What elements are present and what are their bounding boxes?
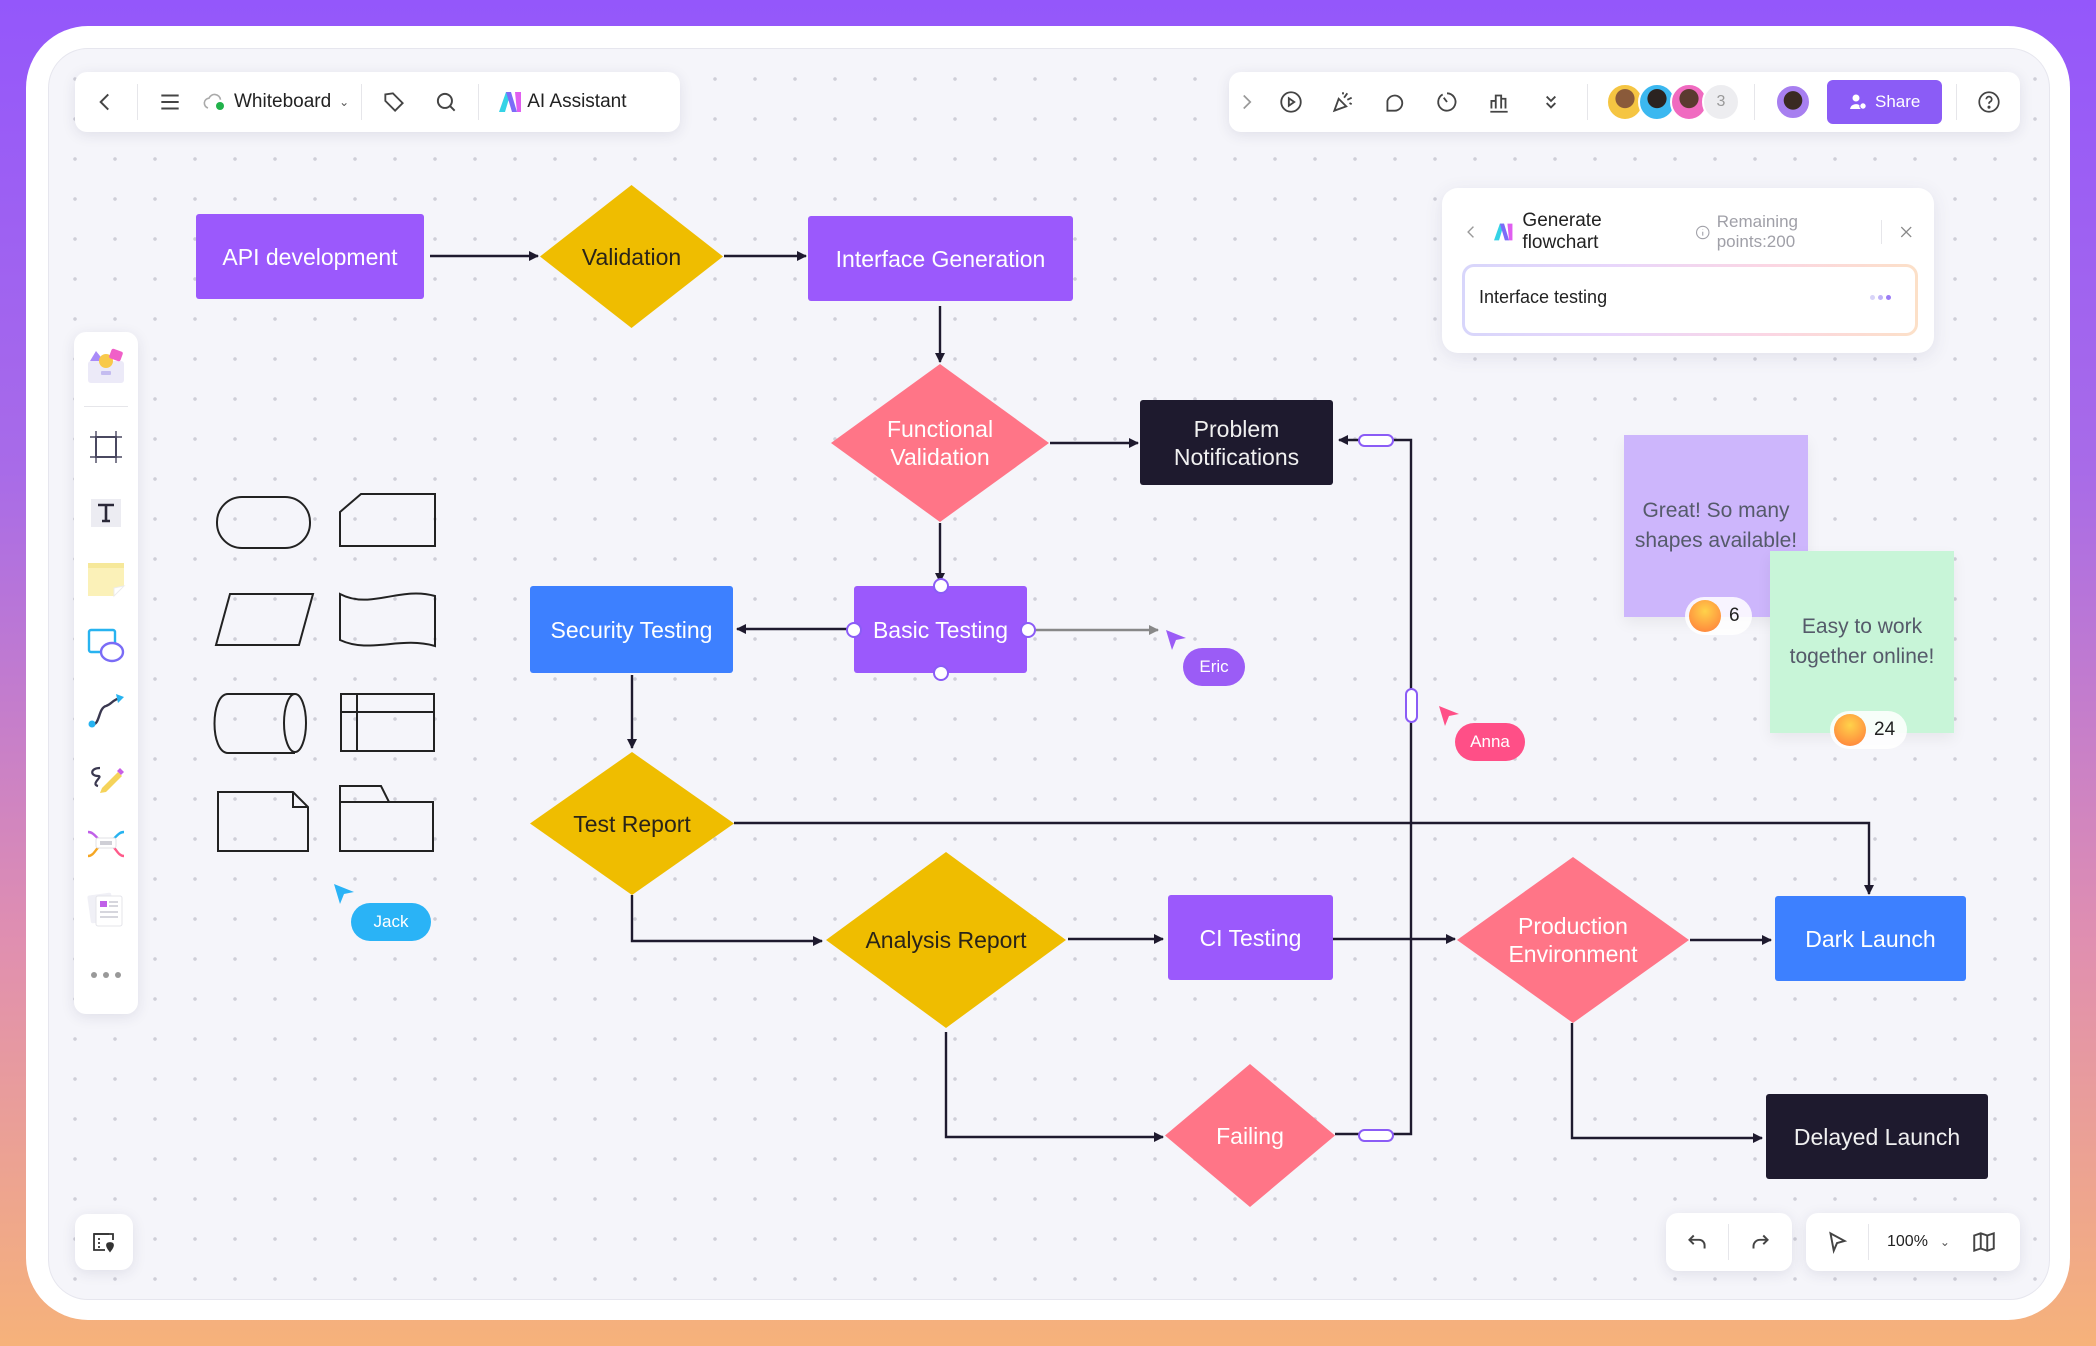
cursor-label-eric: Eric [1183, 648, 1245, 686]
pointer-icon [1829, 1231, 1848, 1254]
reaction-badge[interactable]: 24 [1830, 711, 1908, 749]
view-controls: 100% ⌄ [1806, 1213, 2020, 1271]
node-basic-testing[interactable]: Basic Testing [854, 586, 1027, 673]
cursor-eric-icon [1166, 630, 1186, 650]
connector-production-delayed [1570, 1023, 1763, 1143]
node-problem-notifications[interactable]: Problem Notifications [1140, 400, 1333, 485]
node-validation[interactable]: Validation [540, 185, 723, 328]
reaction-count: 6 [1729, 605, 1740, 626]
cursor-jack-icon [334, 884, 354, 904]
node-label: Validation [581, 243, 682, 270]
map-icon [1973, 1231, 1995, 1253]
connector-midpoint-handle[interactable] [1358, 1129, 1394, 1142]
node-dark-launch[interactable]: Dark Launch [1775, 896, 1966, 981]
reaction-count: 24 [1874, 719, 1896, 740]
star-eyes-emoji-icon [1834, 714, 1866, 746]
connector-testreport-analysis [630, 895, 823, 946]
connection-point-top[interactable] [933, 578, 949, 594]
node-label: Failing [1216, 1122, 1284, 1149]
node-delayed-launch[interactable]: Delayed Launch [1766, 1094, 1988, 1179]
connection-point-left[interactable] [846, 622, 862, 638]
connector-midpoint-handle[interactable] [1405, 688, 1418, 723]
node-production-environment[interactable]: Production Environment [1457, 857, 1689, 1023]
node-failing[interactable]: Failing [1165, 1064, 1335, 1207]
node-label: Test Report [573, 810, 691, 837]
cursor-label-anna: Anna [1455, 723, 1525, 761]
node-analysis-report[interactable]: Analysis Report [826, 852, 1066, 1028]
node-test-report[interactable]: Test Report [530, 752, 734, 895]
redo-button[interactable] [1729, 1216, 1791, 1268]
laughing-emoji-icon [1689, 600, 1721, 632]
zoom-level: 100% [1887, 1233, 1928, 1250]
outline-button[interactable] [75, 1214, 133, 1270]
node-api-development[interactable]: API development [196, 214, 424, 299]
node-interface-generation[interactable]: Interface Generation [808, 216, 1073, 301]
node-ci-testing[interactable]: CI Testing [1168, 895, 1333, 980]
history-controls [1666, 1213, 1792, 1271]
divider [1868, 1224, 1869, 1260]
select-tool-button[interactable] [1806, 1216, 1868, 1268]
undo-button[interactable] [1666, 1216, 1728, 1268]
connector-analysis-failing [944, 1032, 1164, 1142]
node-label: Production Environment [1508, 913, 1638, 967]
cursor-label-jack: Jack [351, 903, 431, 941]
board-outline-icon [93, 1233, 114, 1253]
connector-failing-problem [1335, 435, 1413, 1136]
redo-icon [1752, 1234, 1769, 1249]
sticky-note[interactable]: Easy to work together online! [1770, 551, 1954, 733]
node-label: Functional Validation [886, 416, 994, 470]
chevron-down-icon: ⌄ [1939, 1235, 1950, 1249]
sticky-note-text: Easy to work together online! [1789, 615, 1935, 668]
map-button[interactable] [1958, 1216, 2010, 1268]
connection-point-right[interactable] [1020, 622, 1036, 638]
connection-point-bottom[interactable] [933, 665, 949, 681]
reaction-badge[interactable]: 6 [1685, 597, 1752, 635]
undo-icon [1688, 1234, 1706, 1249]
node-security-testing[interactable]: Security Testing [530, 586, 733, 673]
zoom-dropdown[interactable]: 100% ⌄ [1887, 1233, 1950, 1251]
connector-midpoint-handle[interactable] [1358, 434, 1394, 447]
node-label: Analysis Report [865, 927, 1027, 953]
node-functional-validation[interactable]: Functional Validation [831, 364, 1049, 522]
cursor-anna-icon [1439, 706, 1459, 726]
sticky-note-text: Great! So many shapes available! [1634, 499, 1798, 552]
